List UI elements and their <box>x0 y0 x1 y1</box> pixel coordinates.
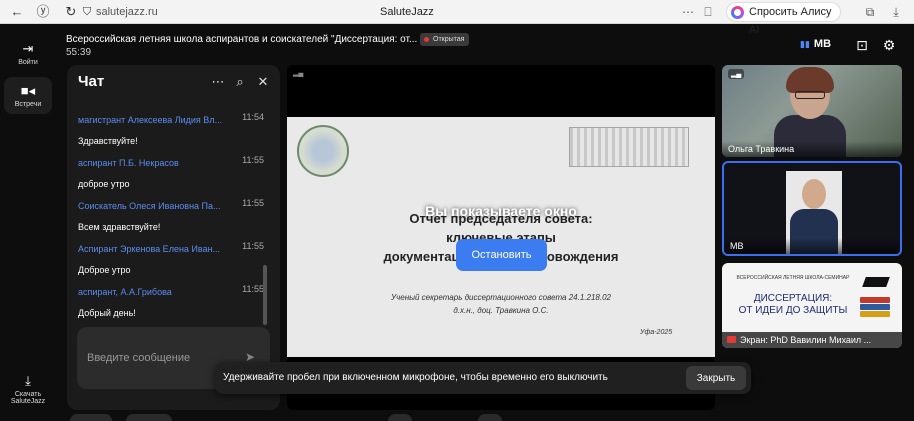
message-time: 11:55 <box>242 284 264 294</box>
browser-toolbar: ← ⓨ ↻ ⛉ salutejazz.ru SaluteJazz ⋯ ⎕ Спр… <box>0 0 914 36</box>
chat-title: Чат <box>78 73 105 90</box>
screen-share-stage: ▂▄ Отчет председателя совета: ключевые э… <box>287 65 715 410</box>
message-text: Здравствуйте! <box>78 136 138 146</box>
meetings-label: Встречи <box>14 101 42 108</box>
participant-tile[interactable]: ▂▄ Ольга Травкина <box>722 65 902 157</box>
ask-alice-label: Спросить Алису AI <box>749 6 832 36</box>
slide-secretary-line2: д.х.н., доц. Травкина О.С. <box>453 306 549 315</box>
address-bar[interactable]: salutejazz.ru <box>96 3 158 21</box>
books-icon <box>856 275 894 321</box>
chat-more-icon[interactable]: ⋯ <box>210 74 226 90</box>
slide-author: Ученый секретарь диссертационного совета… <box>287 291 715 317</box>
message-text: Добрый день! <box>78 308 136 318</box>
download-icon: ⤓ <box>25 373 31 388</box>
alice-icon <box>731 6 744 19</box>
audio-level-icon: ▮▮ <box>800 39 810 49</box>
screen-share-label: Экран: PhD Вавилин Михаил ... <box>740 335 872 345</box>
downloads-icon[interactable]: ⤓ <box>888 3 904 21</box>
back-icon[interactable]: ← <box>8 3 26 21</box>
message-author: магистрант Алексеева Лидия Вл... <box>78 115 223 125</box>
meetings-button[interactable]: ■◂ Встречи <box>4 77 52 114</box>
signal-icon: ▂▄ <box>293 70 304 77</box>
chat-message: Аспирант Эркенова Елена Иван... 11:55 До… <box>78 241 264 275</box>
ask-alice-button[interactable]: Спросить Алису AI <box>726 2 841 36</box>
poster-main-line1: ДИССЕРТАЦИЯ: <box>753 293 833 304</box>
chat-message: аспирант П.Б. Некрасов 11:55 доброе утро <box>78 155 264 189</box>
message-time: 11:54 <box>242 112 264 122</box>
download-label-1: Скачать <box>14 391 42 398</box>
bottom-control[interactable] <box>478 414 502 421</box>
login-icon: ⇥ <box>22 41 34 56</box>
participant-tile-active[interactable]: МВ <box>722 161 902 256</box>
screen-share-name: Экран: PhD Вавилин Михаил ... <box>722 332 902 348</box>
message-time: 11:55 <box>242 241 264 251</box>
download-label-2: SaluteJazz <box>10 398 46 405</box>
chat-close-icon[interactable]: ✕ <box>255 74 271 90</box>
poster-main-line2: ОТ ИДЕИ ДО ЗАЩИТЫ <box>738 305 848 316</box>
yandex-icon[interactable]: ⓨ <box>34 3 52 21</box>
screen-share-tile[interactable]: ВСЕРОССИЙСКАЯ ЛЕТНЯЯ ШКОЛА-СЕМИНАР ДИССЕ… <box>722 263 902 348</box>
message-text: доброе утро <box>78 179 130 189</box>
bottom-control[interactable] <box>70 414 112 421</box>
chat-panel: Чат ⋯ ⌕ ✕ магистрант Алексеева Лидия Вл.… <box>67 65 280 410</box>
message-author: аспирант П.Б. Некрасов <box>78 158 179 168</box>
toast-close-button[interactable]: Закрыть <box>686 366 746 390</box>
shared-slide: Отчет председателя совета: ключевые этап… <box>287 117 715 357</box>
bottom-control[interactable] <box>126 414 172 421</box>
login-button[interactable]: ⇥ Войти <box>4 41 52 66</box>
chat-message: Соискатель Олеся Ивановна Па... 11:55 Вс… <box>78 198 264 232</box>
message-text: Всем здравствуйте! <box>78 222 161 232</box>
message-author: Аспирант Эркенова Елена Иван... <box>78 244 221 254</box>
bottom-control[interactable] <box>388 414 412 421</box>
page-title: SaluteJazz <box>380 6 434 18</box>
site-info-icon[interactable]: ⛉ <box>78 3 96 21</box>
login-label: Войти <box>18 59 38 66</box>
participant-name: МВ <box>724 238 900 254</box>
university-building-image <box>569 127 689 167</box>
settings-gear-icon[interactable]: ⚙ <box>880 36 898 54</box>
toast-text: Удерживайте пробел при включенном микроф… <box>223 372 608 383</box>
screen-share-icon <box>727 336 736 343</box>
stop-sharing-button[interactable]: Остановить <box>456 239 547 271</box>
meeting-timer: 55:39 <box>66 47 92 58</box>
university-emblem-icon <box>297 125 349 177</box>
poster-top-text: ВСЕРОССИЙСКАЯ ЛЕТНЯЯ ШКОЛА-СЕМИНАР <box>736 275 850 281</box>
camera-icon: ■◂ <box>20 83 36 98</box>
active-speaker: ▮▮ МВ <box>800 38 831 50</box>
participant-name: Ольга Травкина <box>722 141 902 157</box>
chat-message: аспирант, А.А.Грибова 11:55 Добрый день! <box>78 284 264 318</box>
message-author: аспирант, А.А.Грибова <box>78 287 172 297</box>
message-author: Соискатель Олеся Ивановна Па... <box>78 201 221 211</box>
layout-icon[interactable]: ⊡ <box>853 36 871 54</box>
chat-message: магистрант Алексеева Лидия Вл... 11:54 З… <box>78 112 264 146</box>
status-badge: Открытая <box>420 33 470 46</box>
download-app-button[interactable]: ⤓ Скачать SaluteJazz <box>4 373 52 405</box>
mic-hint-toast: Удерживайте пробел при включенном микроф… <box>215 362 751 394</box>
speaker-initials: МВ <box>813 38 832 50</box>
collections-icon[interactable]: ⧉ <box>862 3 878 21</box>
slide-secretary-line1: Ученый секретарь диссертационного совета… <box>391 293 611 302</box>
signal-icon: ▂▄ <box>728 69 745 79</box>
chat-scrollbar[interactable] <box>263 265 267 325</box>
poster-main-text: ДИССЕРТАЦИЯ: ОТ ИДЕИ ДО ЗАЩИТЫ <box>728 293 858 317</box>
chat-search-icon[interactable]: ⌕ <box>232 74 248 90</box>
message-text: Доброе утро <box>78 265 131 275</box>
more-icon[interactable]: ⋯ <box>680 3 696 21</box>
slide-city-year: Уфа-2025 <box>640 329 673 336</box>
meeting-title: Всероссийская летняя школа аспирантов и … <box>66 34 418 45</box>
message-time: 11:55 <box>242 198 264 208</box>
message-time: 11:55 <box>242 155 264 165</box>
left-rail: ⇥ Войти ■◂ Встречи ⤓ Скачать SaluteJazz <box>0 25 56 421</box>
sharing-notice: Вы показываете окно <box>425 203 577 219</box>
bookmark-icon[interactable]: ⎕ <box>700 3 716 21</box>
